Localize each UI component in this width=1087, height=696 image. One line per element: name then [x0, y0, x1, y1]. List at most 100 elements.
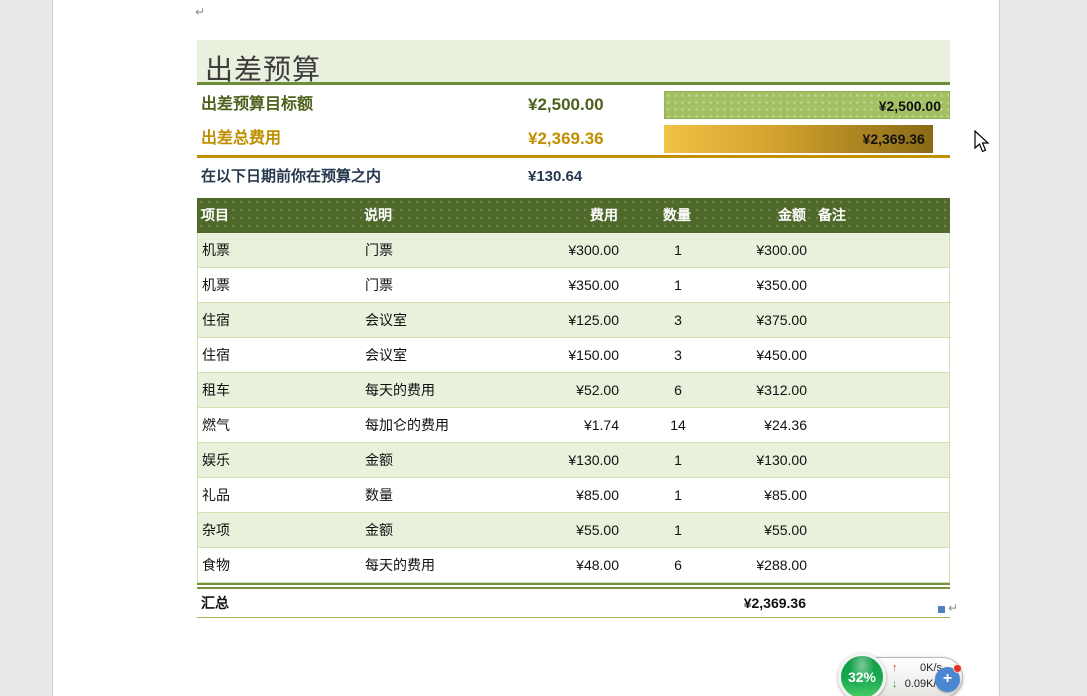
- total-cost-value[interactable]: ¥2,369.36: [528, 122, 664, 156]
- cell-item[interactable]: 食物: [198, 548, 361, 582]
- cell-qty[interactable]: 1: [627, 478, 729, 512]
- cell-qty[interactable]: 3: [627, 338, 729, 372]
- table-row: 住宿 会议室 ¥125.00 3 ¥375.00: [198, 303, 949, 338]
- cell-desc[interactable]: 数量: [361, 478, 511, 512]
- table-row: 租车 每天的费用 ¥52.00 6 ¥312.00: [198, 373, 949, 408]
- cell-desc[interactable]: 门票: [361, 233, 511, 267]
- table-total-row: 汇总 ¥2,369.36: [197, 589, 950, 618]
- network-monitor-widget[interactable]: 32% ↑ 0K/s ↓ 0.09K/s +: [838, 653, 964, 696]
- cell-cost[interactable]: ¥300.00: [511, 233, 627, 267]
- cell-cost[interactable]: ¥125.00: [511, 303, 627, 337]
- cell-note[interactable]: [811, 513, 949, 547]
- cell-qty[interactable]: 14: [627, 408, 729, 442]
- add-button[interactable]: +: [935, 667, 960, 692]
- cell-amount[interactable]: ¥300.00: [729, 233, 811, 267]
- header-cost[interactable]: 费用: [510, 198, 626, 233]
- cell-cost[interactable]: ¥130.00: [511, 443, 627, 477]
- cell-empty: [810, 589, 950, 617]
- cell-amount[interactable]: ¥450.00: [729, 338, 811, 372]
- cell-desc[interactable]: 会议室: [361, 338, 511, 372]
- cell-item[interactable]: 杂项: [198, 513, 361, 547]
- cell-cost[interactable]: ¥52.00: [511, 373, 627, 407]
- budget-target-bar[interactable]: ¥2,500.00: [664, 91, 950, 119]
- table-resize-handle[interactable]: [938, 606, 945, 613]
- cell-cost[interactable]: ¥1.74: [511, 408, 627, 442]
- under-budget-value[interactable]: ¥130.64: [528, 164, 664, 190]
- budget-target-bar-track: ¥2,500.00: [664, 88, 950, 122]
- cell-cost[interactable]: ¥350.00: [511, 268, 627, 302]
- cell-desc[interactable]: 每加仑的费用: [361, 408, 511, 442]
- cell-note[interactable]: [811, 478, 949, 512]
- cell-cost[interactable]: ¥85.00: [511, 478, 627, 512]
- cell-note[interactable]: [811, 303, 949, 337]
- cell-note[interactable]: [811, 233, 949, 267]
- table-row: 礼品 数量 ¥85.00 1 ¥85.00: [198, 478, 949, 513]
- cell-desc[interactable]: 会议室: [361, 303, 511, 337]
- cell-item[interactable]: 燃气: [198, 408, 361, 442]
- cell-desc[interactable]: 每天的费用: [361, 373, 511, 407]
- cell-qty[interactable]: 1: [627, 233, 729, 267]
- total-cost-bar[interactable]: ¥2,369.36: [664, 125, 933, 153]
- cell-amount[interactable]: ¥130.00: [729, 443, 811, 477]
- cell-amount[interactable]: ¥312.00: [729, 373, 811, 407]
- header-item[interactable]: 项目: [197, 198, 360, 233]
- cell-note[interactable]: [811, 443, 949, 477]
- cell-item[interactable]: 机票: [198, 233, 361, 267]
- cell-amount[interactable]: ¥375.00: [729, 303, 811, 337]
- cell-note[interactable]: [811, 373, 949, 407]
- total-cost-label[interactable]: 出差总费用: [197, 122, 528, 156]
- word-document-page[interactable]: ↵ 出差预算 出差预算目标额 ¥2,500.00 ¥2,500.00 出差总费用…: [52, 0, 1000, 696]
- cell-item[interactable]: 娱乐: [198, 443, 361, 477]
- cell-desc[interactable]: 每天的费用: [361, 548, 511, 582]
- cell-desc[interactable]: 门票: [361, 268, 511, 302]
- table-row: 杂项 金额 ¥55.00 1 ¥55.00: [198, 513, 949, 548]
- cell-qty[interactable]: 1: [627, 513, 729, 547]
- cell-note[interactable]: [811, 338, 949, 372]
- cell-qty[interactable]: 3: [627, 303, 729, 337]
- budget-table: 项目 说明 费用 数量 金额 备注 机票 门票 ¥300.00 1 ¥300.0…: [197, 198, 950, 618]
- cell-qty[interactable]: 6: [627, 548, 729, 582]
- cell-note[interactable]: [811, 408, 949, 442]
- cell-qty[interactable]: 6: [627, 373, 729, 407]
- cell-item[interactable]: 机票: [198, 268, 361, 302]
- cell-note[interactable]: [811, 548, 949, 582]
- cell-cost[interactable]: ¥150.00: [511, 338, 627, 372]
- title-banner: 出差预算: [197, 40, 950, 85]
- budget-target-label[interactable]: 出差预算目标额: [197, 88, 528, 122]
- cell-cost[interactable]: ¥48.00: [511, 548, 627, 582]
- cell-amount[interactable]: ¥24.36: [729, 408, 811, 442]
- total-amount[interactable]: ¥2,369.36: [728, 589, 810, 617]
- mouse-cursor-icon: [974, 130, 992, 154]
- cell-amount[interactable]: ¥55.00: [729, 513, 811, 547]
- total-label[interactable]: 汇总: [197, 589, 360, 617]
- under-budget-label[interactable]: 在以下日期前你在预算之内: [197, 164, 528, 190]
- cpu-usage-gauge[interactable]: 32%: [838, 653, 886, 696]
- cell-amount[interactable]: ¥350.00: [729, 268, 811, 302]
- header-desc[interactable]: 说明: [360, 198, 510, 233]
- cell-desc[interactable]: 金额: [361, 443, 511, 477]
- cell-desc[interactable]: 金额: [361, 513, 511, 547]
- header-qty[interactable]: 数量: [626, 198, 728, 233]
- cell-item[interactable]: 住宿: [198, 338, 361, 372]
- table-row: 机票 门票 ¥300.00 1 ¥300.00: [198, 233, 949, 268]
- cell-amount[interactable]: ¥288.00: [729, 548, 811, 582]
- under-budget-row: 在以下日期前你在预算之内 ¥130.64: [197, 164, 950, 190]
- cell-item[interactable]: 租车: [198, 373, 361, 407]
- cell-item[interactable]: 礼品: [198, 478, 361, 512]
- paragraph-mark-top: ↵: [195, 5, 205, 19]
- cell-empty: [626, 589, 728, 617]
- cell-note[interactable]: [811, 268, 949, 302]
- cell-empty: [360, 589, 510, 617]
- spacer: [664, 164, 950, 190]
- header-amount[interactable]: 金额: [728, 198, 810, 233]
- cell-qty[interactable]: 1: [627, 443, 729, 477]
- notification-dot: [953, 664, 962, 673]
- table-row: 娱乐 金额 ¥130.00 1 ¥130.00: [198, 443, 949, 478]
- page-title[interactable]: 出差预算: [197, 40, 950, 88]
- cell-item[interactable]: 住宿: [198, 303, 361, 337]
- cell-cost[interactable]: ¥55.00: [511, 513, 627, 547]
- budget-target-value[interactable]: ¥2,500.00: [528, 88, 664, 122]
- cell-amount[interactable]: ¥85.00: [729, 478, 811, 512]
- cell-qty[interactable]: 1: [627, 268, 729, 302]
- header-note[interactable]: 备注: [810, 198, 950, 233]
